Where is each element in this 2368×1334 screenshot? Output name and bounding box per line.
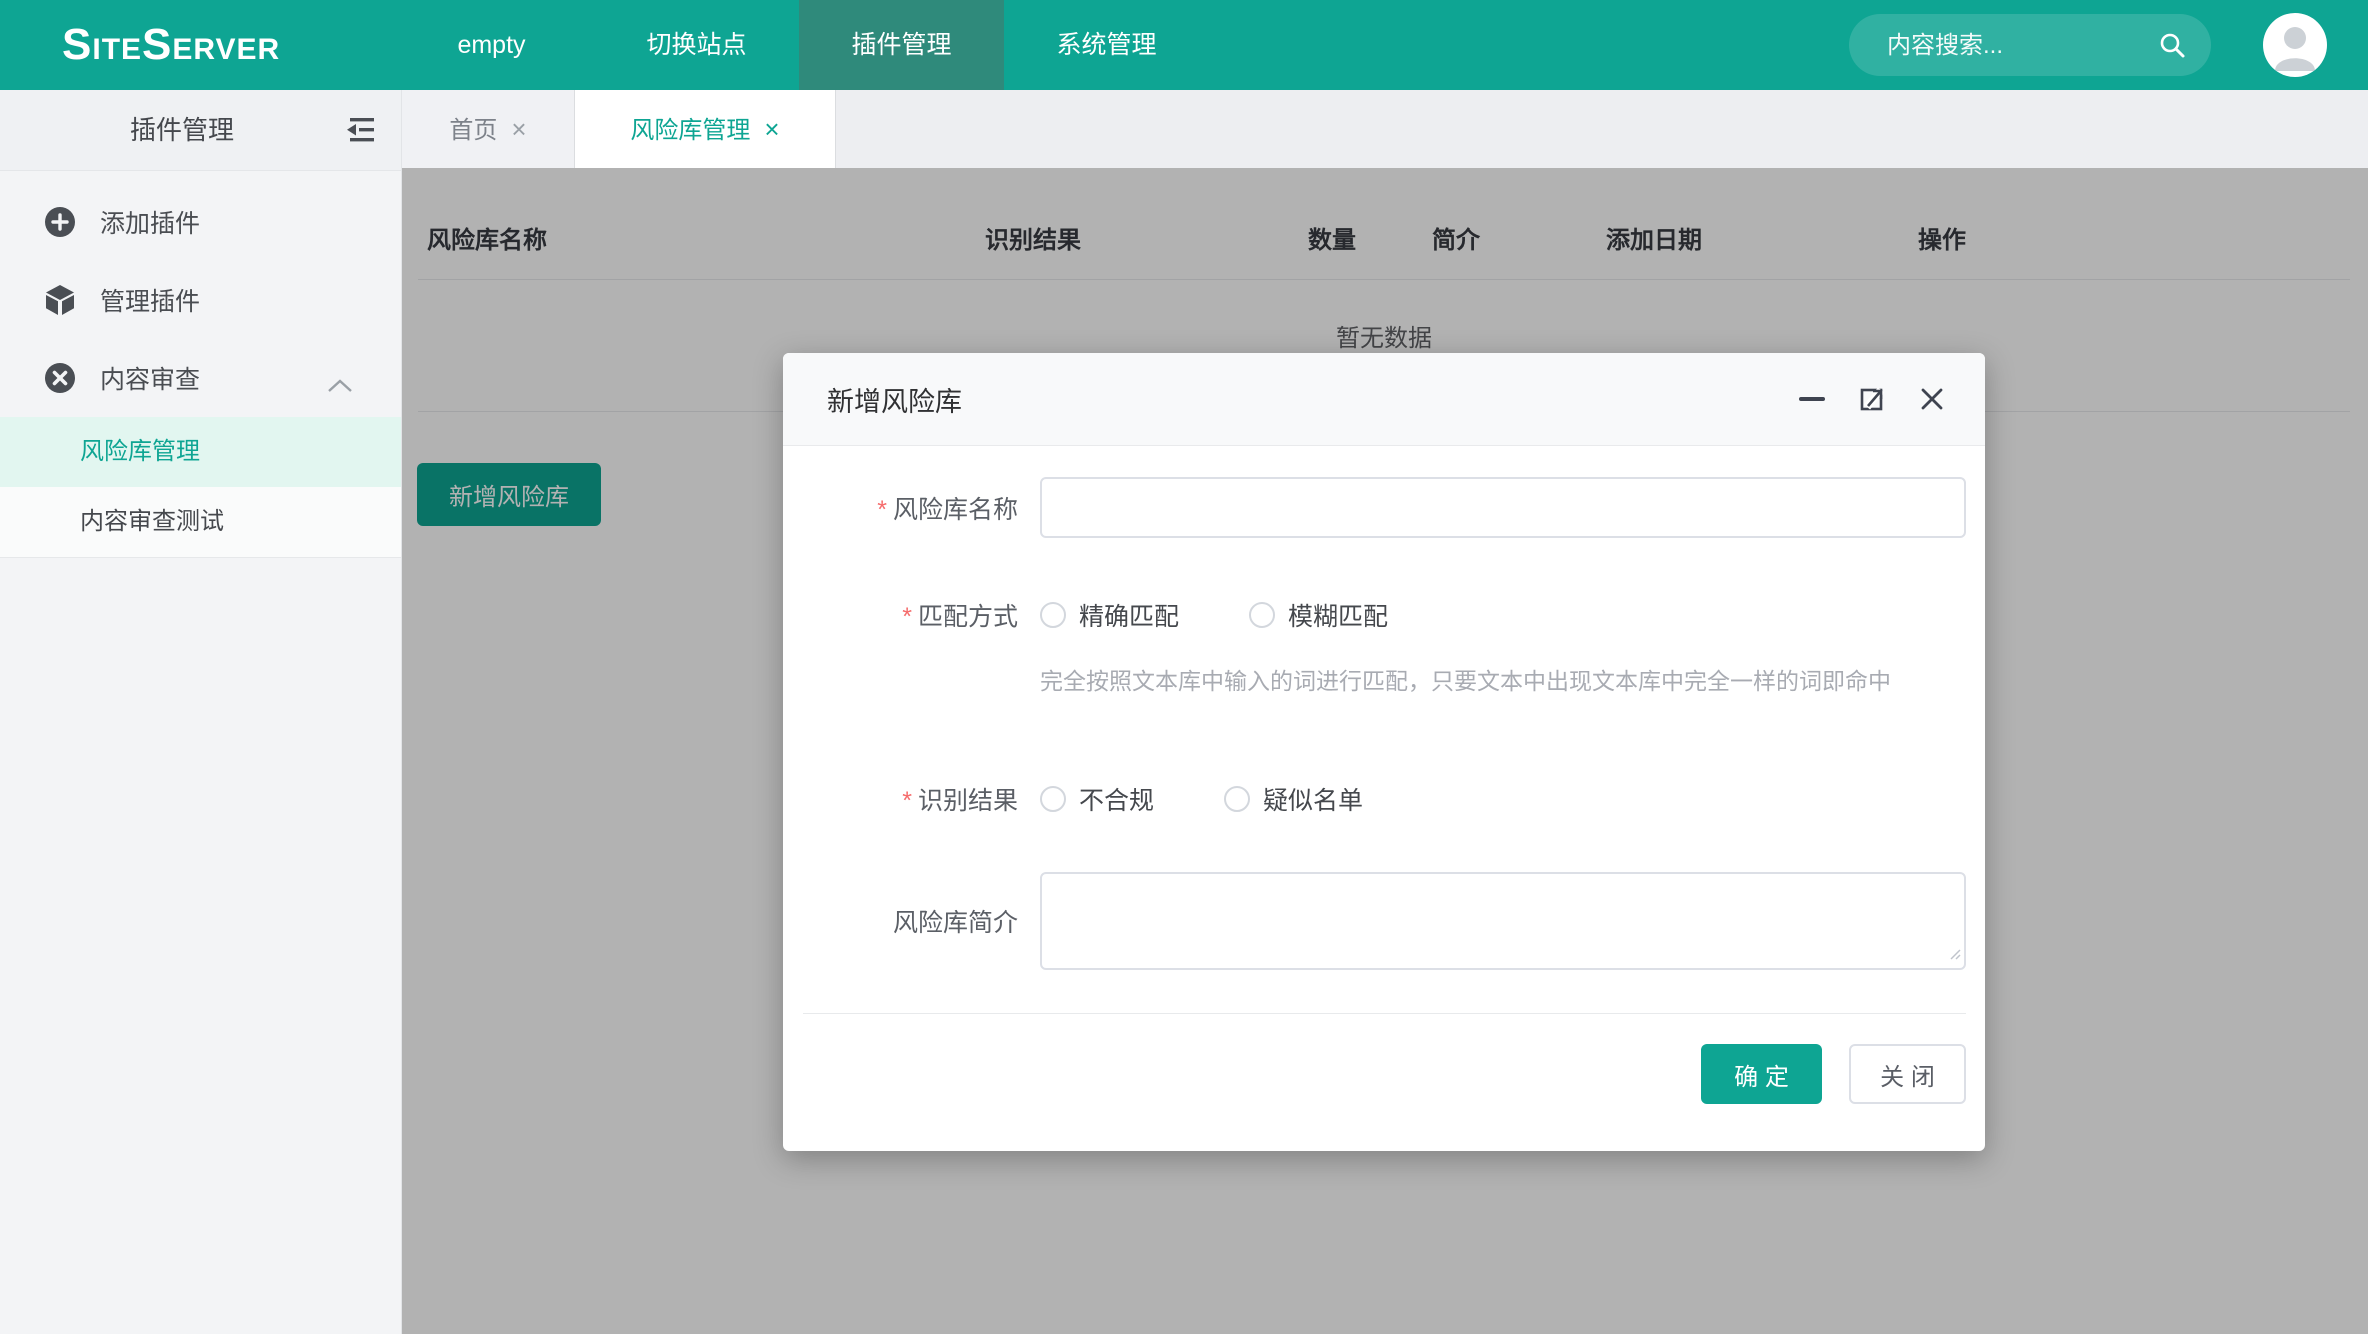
maximize-icon xyxy=(1855,382,1889,416)
minus-icon xyxy=(1799,397,1825,401)
dialog-header: 新增风险库 xyxy=(783,353,1985,446)
plus-circle-icon xyxy=(42,204,78,240)
tab-risk-library[interactable]: 风险库管理 × xyxy=(575,90,836,168)
sidebar: 插件管理 xyxy=(0,90,402,1334)
tab-label: 风险库管理 xyxy=(630,117,750,144)
logo[interactable]: SITESERVER xyxy=(0,0,389,90)
nav-item-switch-site[interactable]: 切换站点 xyxy=(594,0,799,90)
close-icon[interactable]: × xyxy=(764,114,779,144)
radio-label: 不合规 xyxy=(1079,781,1154,817)
logo-s2: S xyxy=(142,20,172,69)
user-avatar[interactable] xyxy=(2263,13,2327,77)
logo-s1: S xyxy=(62,20,92,69)
content-search-input[interactable] xyxy=(1885,14,2139,78)
risk-library-name-input[interactable] xyxy=(1040,477,1966,538)
person-icon xyxy=(2263,13,2327,77)
radio-fuzzy-match[interactable]: 模糊匹配 xyxy=(1249,597,1388,633)
sidebar-title: 插件管理 xyxy=(130,90,234,170)
menu-fold-icon xyxy=(343,114,379,146)
match-mode-radio-group: 精确匹配 模糊匹配 xyxy=(1040,597,1966,633)
cube-icon xyxy=(42,282,78,318)
tab-bar: 首页 × 风险库管理 × xyxy=(402,90,2368,169)
logo-t2: ERVER xyxy=(172,33,280,66)
nav-item-empty[interactable]: empty xyxy=(389,0,594,90)
radio-exact-match[interactable]: 精确匹配 xyxy=(1040,597,1179,633)
radio-label: 疑似名单 xyxy=(1263,781,1363,817)
radio-non-compliant[interactable]: 不合规 xyxy=(1040,781,1154,817)
sidebar-subitem-risk-library[interactable]: 风险库管理 xyxy=(0,417,401,487)
logo-t1: ITE xyxy=(92,33,142,66)
chevron-up-icon[interactable] xyxy=(327,371,353,400)
match-mode-label: *匹配方式 xyxy=(783,597,1018,633)
top-bar: SITESERVER empty 切换站点 插件管理 系统管理 xyxy=(0,0,2368,90)
sidebar-item-content-review[interactable]: 内容审查 xyxy=(0,339,401,417)
x-circle-icon xyxy=(42,360,78,396)
close-icon xyxy=(1917,384,1947,414)
sidebar-item-label: 内容审查 xyxy=(100,360,200,396)
sidebar-item-manage-plugins[interactable]: 管理插件 xyxy=(0,261,401,339)
radio-suspected-list[interactable]: 疑似名单 xyxy=(1224,781,1363,817)
match-mode-help-text: 完全按照文本库中输入的词进行匹配，只要文本中出现文本库中完全一样的词即命中 xyxy=(1040,669,1966,694)
radio-icon xyxy=(1040,786,1066,812)
siteserver-logo-text: SITESERVER xyxy=(62,23,280,67)
search-icon[interactable] xyxy=(2157,30,2187,65)
result-radio-group: 不合规 疑似名单 xyxy=(1040,781,1966,817)
radio-icon xyxy=(1040,602,1066,628)
required-asterisk: * xyxy=(877,496,887,524)
add-risk-library-dialog: 新增风险库 xyxy=(783,353,1985,1151)
nav-item-system-management[interactable]: 系统管理 xyxy=(1004,0,1209,90)
dialog-close-button[interactable] xyxy=(1915,382,1949,416)
close-button[interactable]: 关 闭 xyxy=(1849,1044,1966,1104)
submenu-divider xyxy=(0,557,401,558)
dialog-footer: 确 定 关 闭 xyxy=(783,1014,1985,1104)
nav-item-plugin-management[interactable]: 插件管理 xyxy=(799,0,1004,90)
dialog-title: 新增风险库 xyxy=(827,380,1795,419)
result-field-label: *识别结果 xyxy=(783,781,1018,817)
content-search xyxy=(1849,14,2211,76)
required-asterisk: * xyxy=(902,603,912,631)
sidebar-item-label: 管理插件 xyxy=(100,282,200,318)
radio-label: 模糊匹配 xyxy=(1288,597,1388,633)
sidebar-submenu: 风险库管理 内容审查测试 xyxy=(0,417,401,558)
confirm-button[interactable]: 确 定 xyxy=(1701,1044,1822,1104)
radio-icon xyxy=(1224,786,1250,812)
tab-label: 首页 xyxy=(449,117,497,144)
app-window: SITESERVER empty 切换站点 插件管理 系统管理 xyxy=(0,0,2368,1334)
minimize-button[interactable] xyxy=(1795,382,1829,416)
tab-home[interactable]: 首页 × xyxy=(402,90,575,168)
risk-library-description-textarea[interactable] xyxy=(1040,872,1966,970)
sidebar-item-add-plugin[interactable]: 添加插件 xyxy=(0,183,401,261)
sidebar-header: 插件管理 xyxy=(0,90,401,171)
radio-label: 精确匹配 xyxy=(1079,597,1179,633)
sidebar-subitem-content-review-test[interactable]: 内容审查测试 xyxy=(0,487,401,557)
maximize-button[interactable] xyxy=(1855,382,1889,416)
top-nav: empty 切换站点 插件管理 系统管理 xyxy=(389,0,1209,90)
close-icon[interactable]: × xyxy=(511,114,526,144)
radio-icon xyxy=(1249,602,1275,628)
sidebar-item-label: 添加插件 xyxy=(100,204,200,240)
resize-handle-icon[interactable] xyxy=(1947,946,1961,965)
collapse-sidebar-button[interactable] xyxy=(343,114,379,146)
name-field-label: *风险库名称 xyxy=(783,490,1018,526)
description-field-label: 风险库简介 xyxy=(783,903,1018,939)
required-asterisk: * xyxy=(902,787,912,815)
